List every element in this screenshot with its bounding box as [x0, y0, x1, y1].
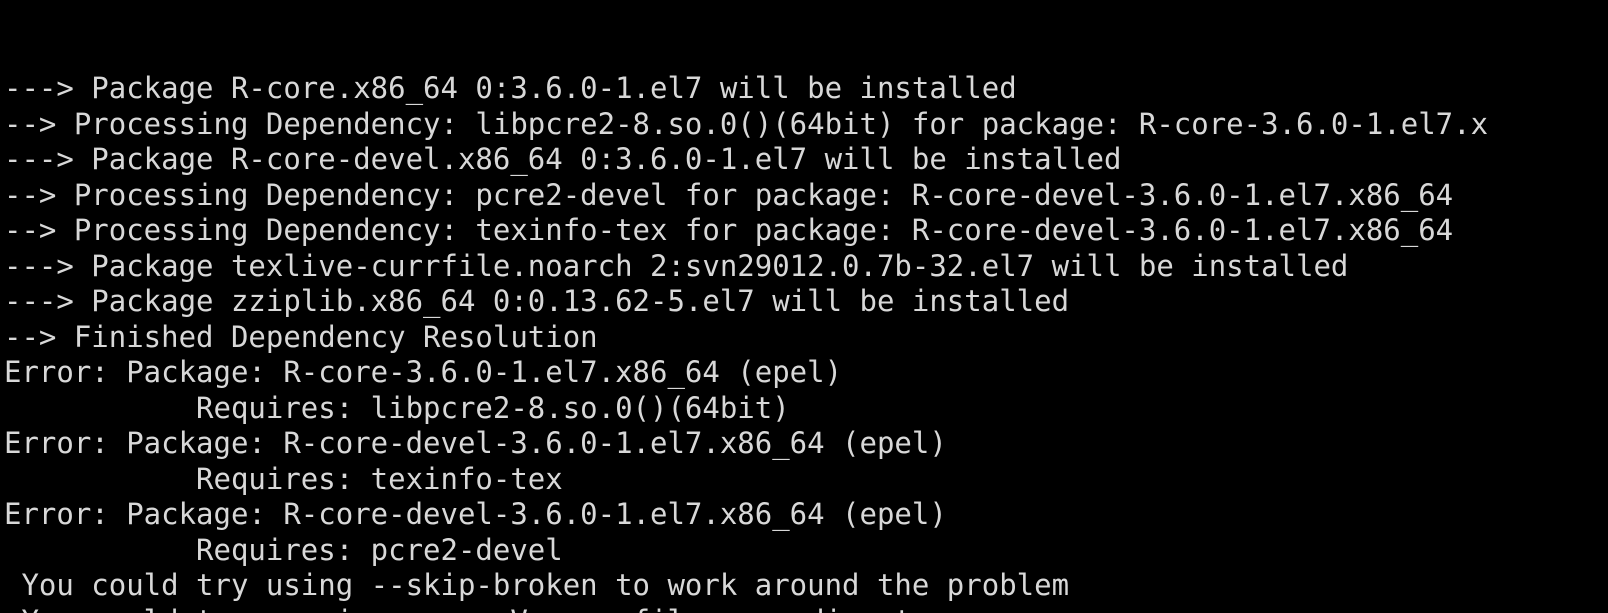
- terminal-line: Error: Package: R-core-devel-3.6.0-1.el7…: [0, 497, 1608, 533]
- terminal-line-text: Error: Package: R-core-devel-3.6.0-1.el7…: [4, 426, 947, 460]
- terminal-line: You could try using --skip-broken to wor…: [0, 568, 1608, 604]
- terminal-line-text: --> Finished Dependency Resolution: [4, 319, 598, 354]
- terminal-line: ---> Package R-core.x86_64 0:3.6.0-1.el7…: [0, 71, 1608, 107]
- terminal-line: --> Finished Dependency Resolution: [0, 320, 1608, 356]
- terminal-scrollback: ---> Package R-core.x86_64 0:3.6.0-1.el7…: [0, 71, 1608, 613]
- terminal-line: Requires: libpcre2-8.so.0()(64bit): [0, 391, 1608, 427]
- terminal-line-text: ---> Package R-core.x86_64 0:3.6.0-1.el7…: [4, 71, 1017, 105]
- terminal-line-text: Requires: libpcre2-8.so.0()(64bit): [4, 390, 790, 425]
- terminal-line: Error: Package: R-core-devel-3.6.0-1.el7…: [0, 426, 1608, 462]
- terminal-line: ---> Package zziplib.x86_64 0:0.13.62-5.…: [0, 284, 1608, 320]
- terminal-line-text: ---> Package R-core-devel.x86_64 0:3.6.0…: [4, 142, 1122, 176]
- terminal-output-pane[interactable]: ---> Package R-core.x86_64 0:3.6.0-1.el7…: [0, 0, 1608, 613]
- terminal-line: Error: Package: R-core-3.6.0-1.el7.x86_6…: [0, 355, 1608, 391]
- terminal-line: --> Processing Dependency: pcre2-devel f…: [0, 178, 1608, 214]
- terminal-line: Requires: texinfo-tex: [0, 462, 1608, 498]
- terminal-line-text: You could try running: rpm -Va --nofiles…: [4, 604, 911, 613]
- terminal-line: You could try running: rpm -Va --nofiles…: [0, 604, 1608, 613]
- terminal-line-text: --> Processing Dependency: texinfo-tex f…: [4, 213, 1454, 247]
- terminal-line-text: Error: Package: R-core-3.6.0-1.el7.x86_6…: [4, 355, 843, 389]
- terminal-line: ---> Package R-core-devel.x86_64 0:3.6.0…: [0, 142, 1608, 178]
- terminal-line-text: Error: Package: R-core-devel-3.6.0-1.el7…: [4, 497, 947, 531]
- terminal-line-text: --> Processing Dependency: libpcre2-8.so…: [4, 106, 1489, 141]
- terminal-line-text: --> Processing Dependency: pcre2-devel f…: [4, 177, 1454, 212]
- terminal-line: ---> Package texlive-currfile.noarch 2:s…: [0, 249, 1608, 285]
- terminal-line-text: Requires: texinfo-tex: [4, 461, 563, 496]
- terminal-line: --> Processing Dependency: texinfo-tex f…: [0, 213, 1608, 249]
- terminal-line: --> Processing Dependency: libpcre2-8.so…: [0, 107, 1608, 143]
- terminal-line-text: You could try using --skip-broken to wor…: [4, 568, 1070, 602]
- terminal-line: Requires: pcre2-devel: [0, 533, 1608, 569]
- terminal-line-text: Requires: pcre2-devel: [4, 532, 563, 567]
- terminal-line-text: ---> Package zziplib.x86_64 0:0.13.62-5.…: [4, 284, 1070, 318]
- terminal-line-text: ---> Package texlive-currfile.noarch 2:s…: [4, 248, 1349, 283]
